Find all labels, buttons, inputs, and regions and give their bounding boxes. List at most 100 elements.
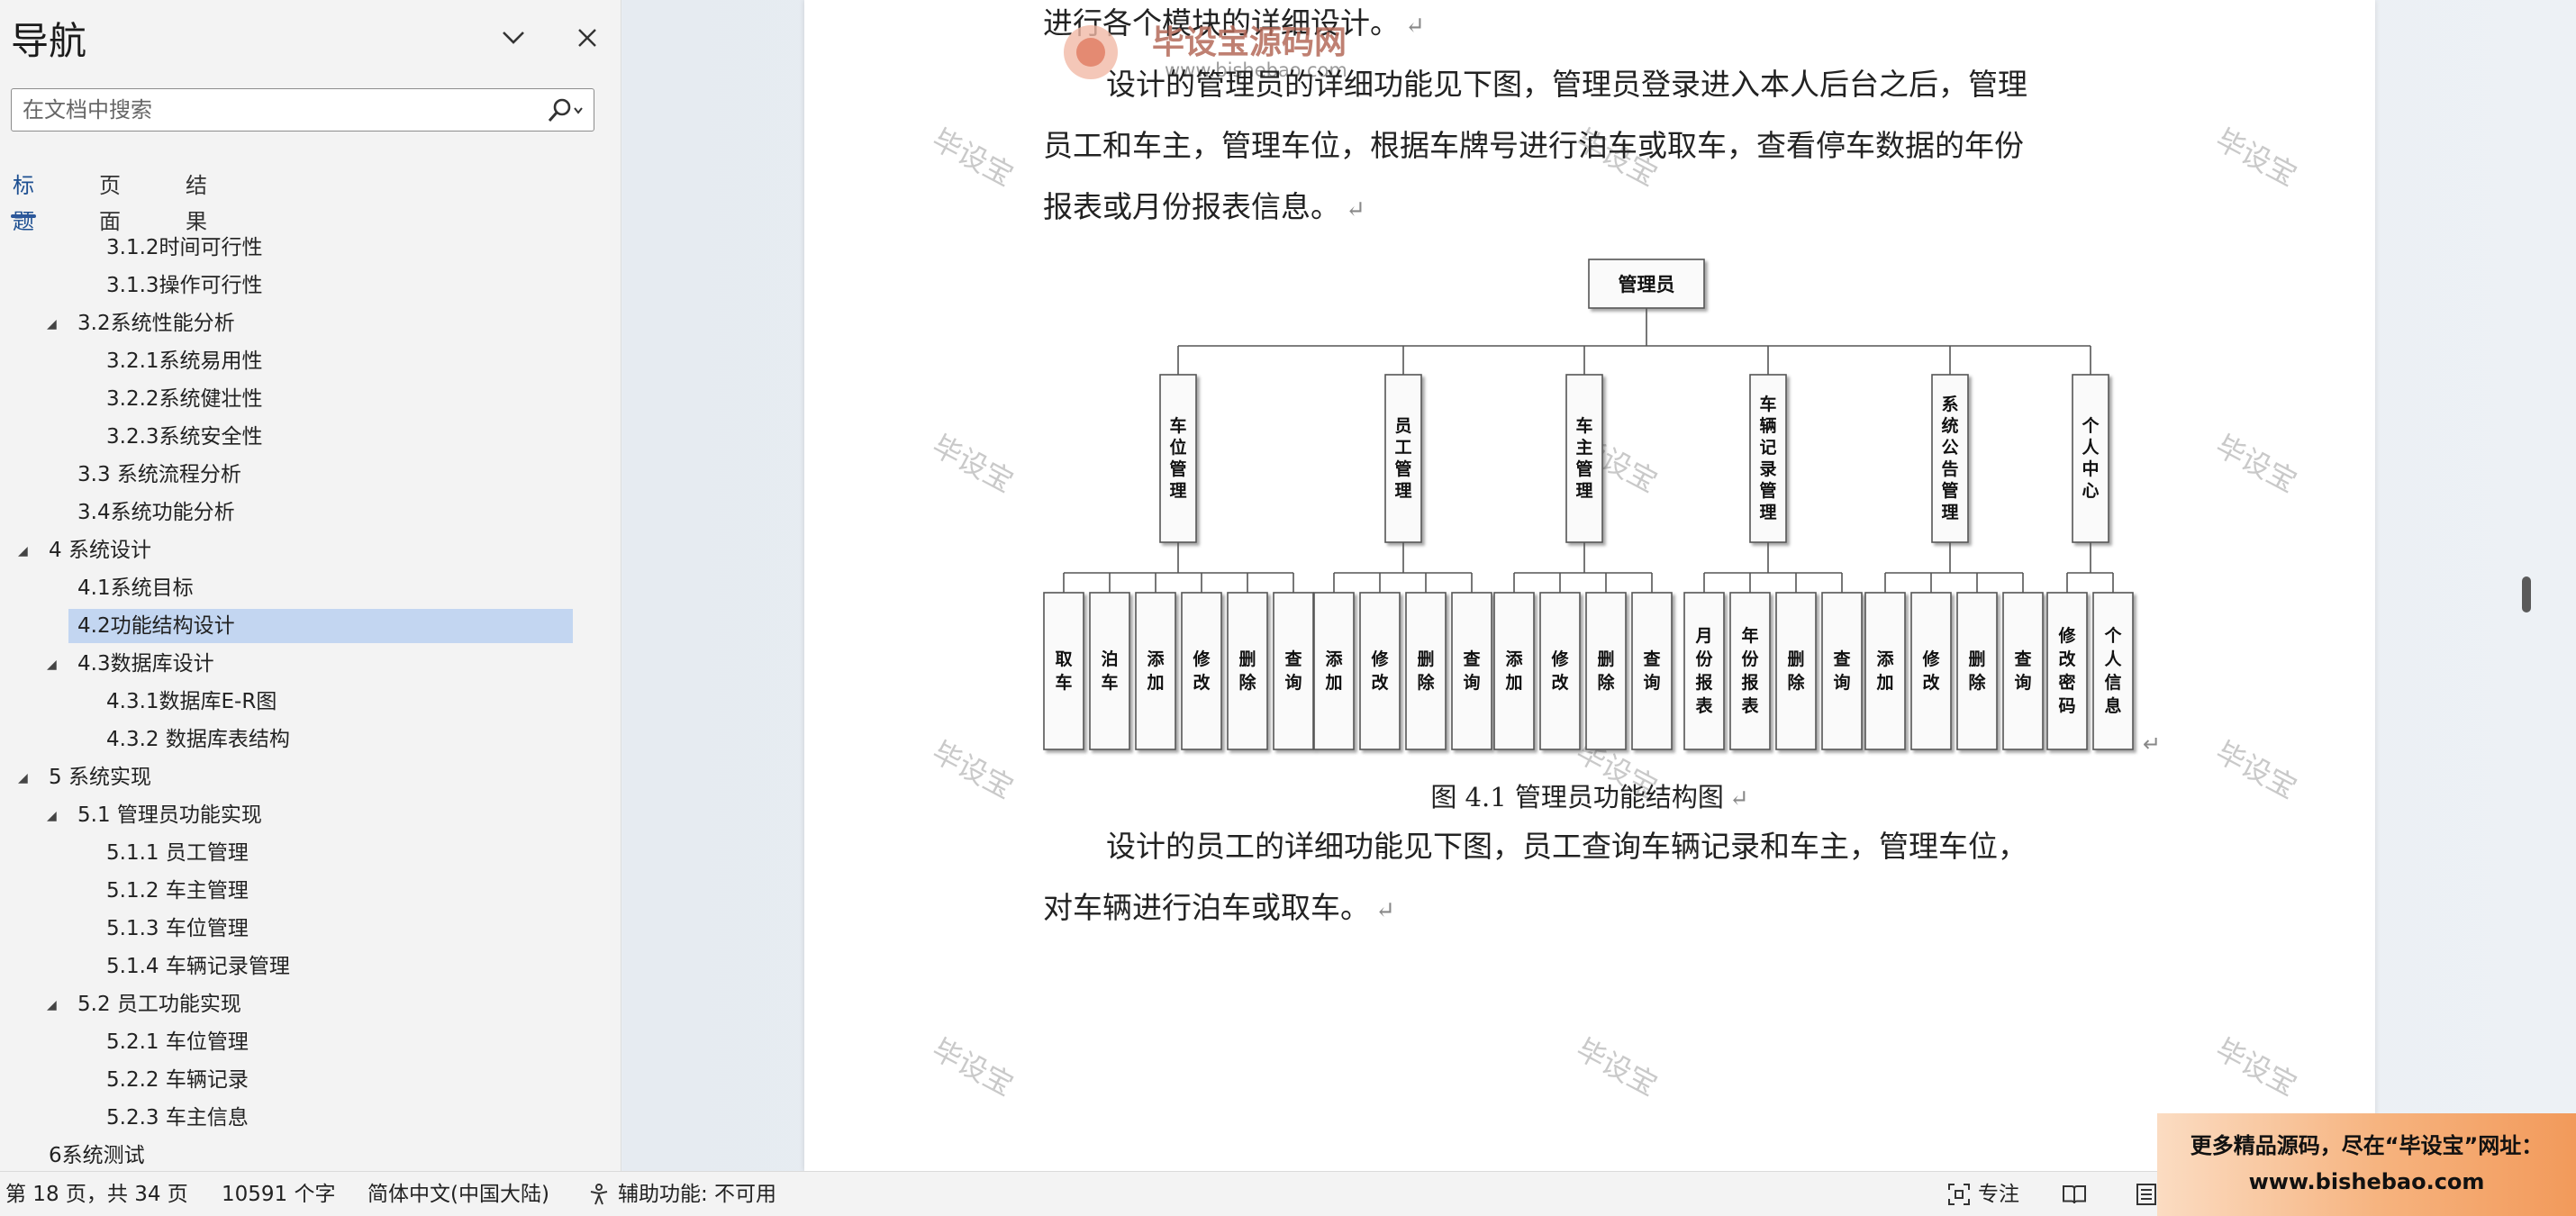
promo-banner[interactable]: 更多精品源码，尽在“毕设宝”网址： www.bishebao.com [2157,1113,2576,1216]
nav-heading-item[interactable]: 5.2.1 车位管理 [0,1025,621,1059]
nav-heading-item[interactable]: 5.1.2 车主管理 [0,874,621,908]
leaf-node-label: 取 [1055,649,1072,669]
nav-heading-item[interactable]: 3.2.3系统安全性 [0,420,621,454]
leaf-node-label: 密 [2058,672,2075,693]
module-node-label: 理 [1169,481,1186,501]
leaf-node-label: 询 [1463,672,1480,693]
leaf-node-label: 信 [2104,672,2121,693]
nav-heading-label: 5 系统实现 [49,766,151,789]
nav-heading-item[interactable]: 3.3 系统流程分析 [0,458,621,492]
collapse-arrow-icon[interactable]: ◢ [18,760,36,794]
leaf-node-label: 查 [1283,649,1302,669]
leaf-node-label: 改 [2058,649,2076,669]
leaf-node-box [1313,592,1355,750]
nav-heading-item[interactable]: 4.1系统目标 [0,571,621,605]
module-node-label: 管 [1169,458,1186,479]
leaf-node-label: 添 [1876,649,1894,669]
paragraph-mark-icon: ↵ [1375,897,1395,924]
nav-heading-item[interactable]: ◢ 5.1 管理员功能实现 [0,798,621,832]
document-page[interactable]: 毕设宝 毕设宝 毕设宝 毕设宝 毕设宝 毕设宝 毕设宝 毕设宝 毕设宝 毕设宝 … [804,0,2375,1171]
leaf-node-box [1227,592,1268,750]
module-node-label: 管 [1759,480,1776,501]
nav-heading-item[interactable]: 3.2.1系统易用性 [0,344,621,378]
nav-heading-item[interactable]: 4.2功能结构设计 [68,609,573,643]
leaf-node-label: 修 [1550,649,1569,669]
nav-heading-label: 5.1 管理员功能实现 [77,803,262,827]
nav-heading-label: 3.1.2时间可行性 [106,236,263,259]
leaf-node-box [1181,592,1222,750]
focus-mode-button[interactable]: 专注 [1978,1172,2019,1216]
tab-results[interactable]: 结果 [184,168,209,234]
leaf-node-box [1910,592,1952,750]
leaf-node-label: 月 [1694,626,1712,646]
leaf-node-label: 修 [1192,649,1211,669]
module-node-label: 录 [1759,459,1776,479]
collapse-arrow-icon[interactable]: ◢ [18,533,36,567]
nav-heading-item[interactable]: 3.2.2系统健壮性 [0,382,621,416]
collapse-arrow-icon[interactable]: ◢ [47,647,65,681]
focus-icon[interactable] [1946,1181,1973,1208]
nav-heading-item[interactable]: 4.3.1数据库E-R图 [0,685,621,719]
nav-options-chevron-icon[interactable] [492,16,535,59]
collapse-arrow-icon[interactable]: ◢ [47,306,65,340]
nav-heading-item[interactable]: 3.1.2时间可行性 [0,231,621,265]
nav-heading-item[interactable]: 3.4系统功能分析 [0,495,621,530]
nav-heading-item[interactable]: ◢ 5.2 员工功能实现 [0,987,621,1021]
root-node-label: 管理员 [1619,274,1675,295]
nav-heading-item[interactable]: 5.1.3 车位管理 [0,912,621,946]
leaf-node-label: 改 [1551,672,1569,693]
promo-line-1: 更多精品源码，尽在“毕设宝”网址： [2190,1133,2544,1158]
leaf-node-label: 年 [1741,625,1758,646]
module-node-box [1384,374,1422,543]
nav-heading-item[interactable]: ◢ 3.2系统性能分析 [0,306,621,340]
nav-heading-item[interactable]: ◢ 4 系统设计 [0,533,621,567]
word-count[interactable]: 10591 个字 [222,1172,335,1216]
admin-structure-diagram: 管理员车位管理取车泊车添加修改删除查询员工管理添加修改删除查询车主管理添加修改删… [1043,259,2161,757]
leaf-node-label: 泊 [1101,649,1118,669]
nav-heading-item[interactable]: 4.3.2 数据库表结构 [0,722,621,757]
leaf-node-label: 删 [1417,649,1434,669]
module-node-label: 告 [1941,458,1958,479]
module-node-label: 心 [2082,481,2099,501]
promo-line-2: www.bishebao.com [2248,1169,2485,1194]
tab-pages[interactable]: 页面 [97,168,122,234]
accessibility-icon [585,1181,612,1208]
leaf-node-label: 询 [1643,672,1660,693]
page-count[interactable]: 第 18 页，共 34 页 [5,1172,188,1216]
nav-heading-item[interactable]: 5.1.1 员工管理 [0,836,621,870]
vertical-scrollbar-thumb[interactable] [2522,576,2531,613]
nav-close-icon[interactable] [566,16,609,59]
leaf-node-label: 加 [1146,673,1164,693]
module-node-label: 公 [1941,438,1958,458]
accessibility-status[interactable]: 辅助功能: 不可用 [618,1172,776,1216]
leaf-node-label: 表 [1695,695,1713,716]
collapse-arrow-icon[interactable]: ◢ [47,798,65,832]
module-node-label: 管 [1941,480,1958,501]
nav-heading-item[interactable]: 3.1.3操作可行性 [0,268,621,303]
leaf-node-label: 改 [1371,672,1389,693]
leaf-node-label: 询 [1833,672,1850,693]
search-icon[interactable] [543,95,588,127]
module-node-label: 管 [1394,458,1411,479]
nav-search-input[interactable] [12,89,543,131]
leaf-node-label: 删 [1968,649,1985,669]
nav-heading-item[interactable]: 5.2.2 车辆记录 [0,1063,621,1097]
tab-headings[interactable]: 标题 [11,168,36,234]
leaf-node-label: 询 [1284,672,1302,693]
nav-heading-item[interactable]: 5.1.4 车辆记录管理 [0,949,621,984]
module-node-label: 管 [1575,458,1592,479]
nav-heading-label: 5.2.1 车位管理 [106,1030,249,1054]
collapse-arrow-icon[interactable]: ◢ [47,987,65,1021]
nav-heading-label: 4.3.1数据库E-R图 [106,690,277,713]
nav-heading-item[interactable]: ◢ 5 系统实现 [0,760,621,794]
leaf-node-label: 报 [1695,672,1712,693]
nav-heading-item[interactable]: ◢ 4.3数据库设计 [0,647,621,681]
nav-heading-label: 3.2系统性能分析 [77,312,235,335]
nav-heading-item[interactable]: 5.2.3 车主信息 [0,1101,621,1135]
print-layout-icon[interactable] [2133,1181,2160,1208]
nav-heading-label: 4.3数据库设计 [77,652,214,676]
nav-heading-item[interactable]: 6系统测试 [0,1139,621,1171]
language-indicator[interactable]: 简体中文(中国大陆) [367,1172,549,1216]
figure-caption: 图 4.1 管理员功能结构图 ↵ [804,776,2375,814]
read-mode-icon[interactable] [2061,1181,2088,1208]
